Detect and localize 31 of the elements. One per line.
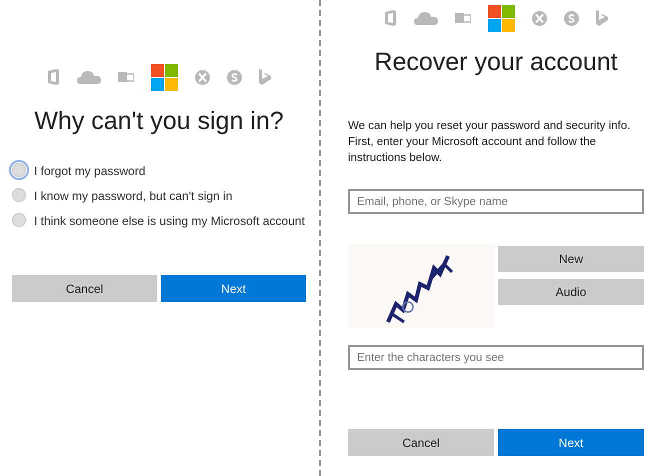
intro-text: We can help you reset your password and security info. First, enter your Microsoft account and follow the instructions below.: [348, 119, 632, 166]
cloud-icon: [414, 11, 438, 25]
next-button[interactable]: Next: [161, 275, 306, 302]
radio-button[interactable]: [12, 188, 26, 202]
four-squares-logo: [488, 4, 515, 32]
circle-cross-icon: [195, 70, 210, 84]
page-title: Recover your account: [373, 48, 619, 77]
circle-icon: [227, 70, 242, 84]
page-title: Why can't you sign in?: [33, 107, 285, 136]
cancel-button[interactable]: Cancel: [348, 429, 494, 456]
document-icon: [384, 10, 397, 26]
next-button[interactable]: Next: [498, 429, 644, 456]
cancel-button[interactable]: Cancel: [12, 275, 157, 302]
mail-icon: [455, 11, 471, 25]
mail-icon: [118, 70, 134, 84]
circle-cross-icon: [532, 10, 547, 26]
account-input-field[interactable]: Email, phone, or Skype name: [348, 189, 644, 214]
cloud-icon: [77, 70, 101, 84]
four-squares-logo: [151, 64, 178, 90]
audio-button[interactable]: Audio: [498, 279, 644, 305]
circle-icon: [564, 10, 579, 26]
document-icon: [47, 69, 60, 85]
radio-button[interactable]: [12, 213, 26, 227]
characters-input-field[interactable]: Enter the characters you see: [348, 345, 644, 370]
new-button[interactable]: New: [498, 246, 644, 272]
triangle-icon: [259, 69, 271, 85]
option-label: I think someone else is using my Microsoft account: [34, 213, 305, 229]
option-label: I forgot my password: [34, 163, 146, 179]
radio-button[interactable]: [12, 163, 26, 177]
triangle-icon: [596, 10, 608, 26]
option-label: I know my password, but can't sign in: [34, 188, 232, 204]
